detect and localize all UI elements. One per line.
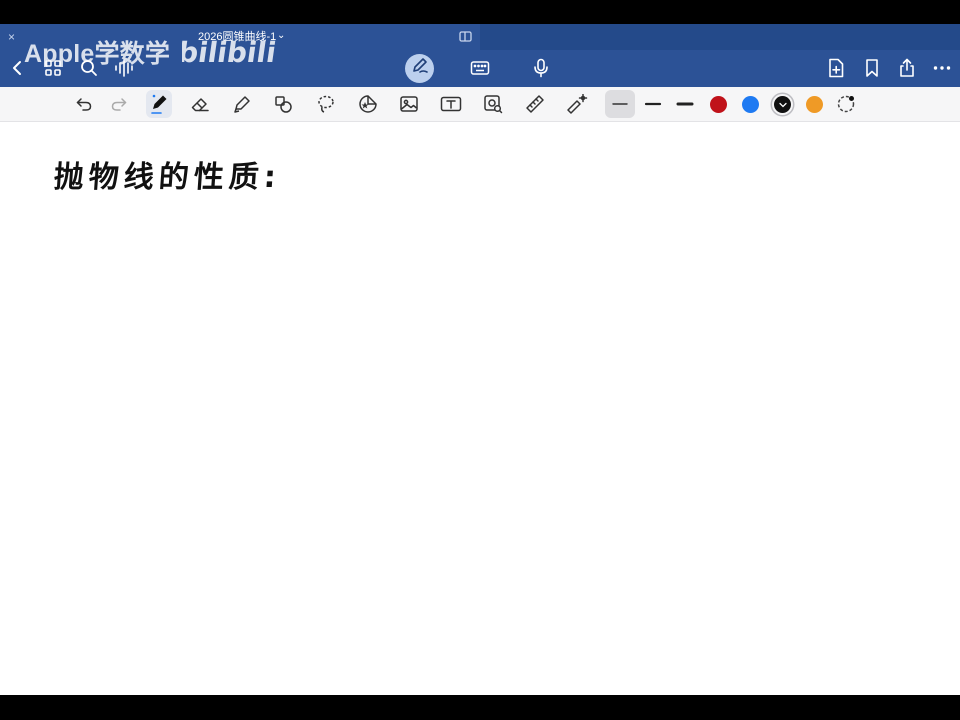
chevron-down-icon: [778, 102, 787, 107]
color-black-swatch[interactable]: [774, 96, 791, 113]
laser-pointer-icon[interactable]: [565, 92, 589, 116]
camera-icon[interactable]: [481, 92, 505, 116]
handwritten-heading: 抛物线的性质:: [52, 160, 282, 195]
app-header: × 2026圆锥曲线-1 ⌄ Apple学数学 bilibili: [0, 24, 960, 87]
sticker-icon[interactable]: [356, 92, 380, 116]
back-chevron-icon[interactable]: [6, 56, 30, 80]
stroke-thick[interactable]: [673, 92, 697, 116]
stroke-thin[interactable]: [608, 92, 632, 116]
undo-icon[interactable]: [72, 92, 96, 116]
bookmark-icon[interactable]: [860, 56, 884, 80]
chevron-down-icon[interactable]: ⌄: [277, 30, 285, 41]
bilibili-logo: bilibili: [176, 26, 278, 75]
color-red-swatch[interactable]: [710, 96, 727, 113]
split-view-icon[interactable]: [459, 30, 473, 48]
tab-close-button[interactable]: ×: [8, 30, 15, 44]
ruler-icon[interactable]: [523, 92, 547, 116]
search-icon[interactable]: [77, 56, 101, 80]
tab-strip-empty: [480, 24, 960, 50]
bilibili-logo-text: bilibili: [182, 36, 277, 69]
drawing-toolbar: [0, 87, 960, 122]
audio-wave-icon[interactable]: [112, 56, 136, 80]
highlighter-icon[interactable]: [230, 92, 254, 116]
redo-icon[interactable]: [107, 92, 131, 116]
note-page[interactable]: 抛物线的性质:: [0, 122, 960, 695]
lasso-icon[interactable]: [314, 92, 338, 116]
add-page-icon[interactable]: [824, 56, 848, 80]
bottom-letterbox: [0, 695, 960, 720]
top-letterbox: [0, 0, 960, 24]
grid-icon[interactable]: [41, 56, 65, 80]
keyboard-icon[interactable]: [468, 56, 492, 80]
color-picker-icon[interactable]: [834, 92, 858, 116]
stroke-medium[interactable]: [641, 92, 665, 116]
shapes-icon[interactable]: [272, 92, 296, 116]
eraser-icon[interactable]: [188, 92, 212, 116]
pen-mode-button[interactable]: [405, 54, 434, 83]
pen-mode-icon: [411, 57, 429, 80]
color-orange-swatch[interactable]: [806, 96, 823, 113]
more-icon[interactable]: [930, 56, 954, 80]
color-blue-swatch[interactable]: [742, 96, 759, 113]
microphone-icon[interactable]: [529, 56, 553, 80]
text-box-icon[interactable]: [439, 92, 463, 116]
image-icon[interactable]: [397, 92, 421, 116]
pen-icon[interactable]: [147, 92, 171, 116]
share-icon[interactable]: [895, 56, 919, 80]
